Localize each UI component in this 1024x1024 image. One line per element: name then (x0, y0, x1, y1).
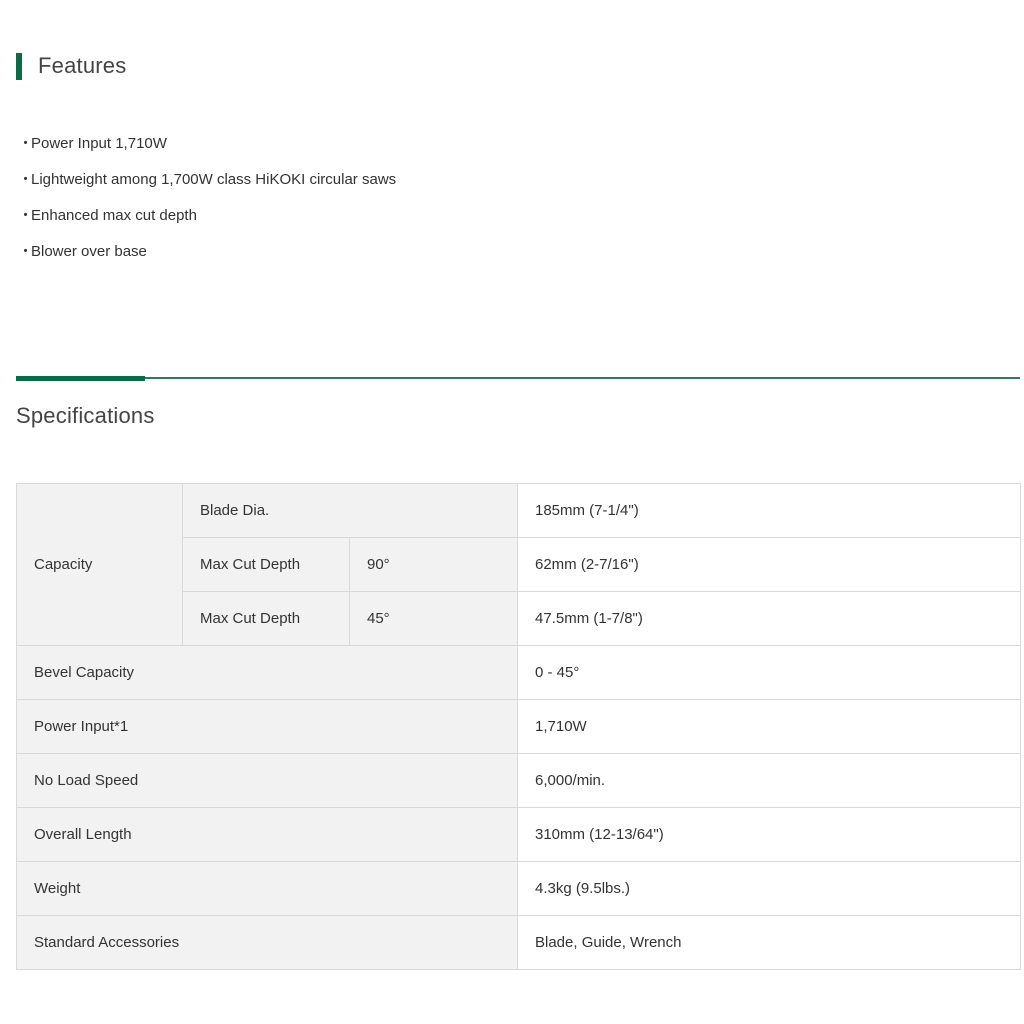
bullet-icon: ・ (18, 171, 34, 188)
capacity-label: Capacity (16, 483, 183, 646)
table-row: Power Input*1 1,710W (16, 699, 1021, 754)
feature-item: ・Blower over base (18, 234, 396, 270)
cut-depth-90-angle: 90° (349, 537, 518, 592)
feature-list: ・Power Input 1,710W ・Lightweight among 1… (18, 126, 396, 270)
table-row: Weight 4.3kg (9.5lbs.) (16, 861, 1021, 916)
bevel-capacity-value: 0 - 45° (517, 645, 1021, 700)
table-row: Capacity Blade Dia. 185mm (7-1/4") (16, 483, 1021, 646)
section-divider (16, 377, 1020, 379)
bullet-icon: ・ (18, 207, 34, 224)
feature-item: ・Power Input 1,710W (18, 126, 396, 162)
feature-item: ・Enhanced max cut depth (18, 198, 396, 234)
power-input-value: 1,710W (517, 699, 1021, 754)
table-row: No Load Speed 6,000/min. (16, 753, 1021, 808)
specifications-title: Specifications (16, 403, 155, 428)
no-load-speed-label: No Load Speed (16, 753, 518, 808)
feature-text: Enhanced max cut depth (31, 207, 197, 224)
feature-text: Power Input 1,710W (31, 135, 167, 152)
weight-value: 4.3kg (9.5lbs.) (517, 861, 1021, 916)
features-accent-bar (16, 52, 22, 80)
weight-label: Weight (16, 861, 518, 916)
cut-depth-45-value: 47.5mm (1-7/8") (517, 591, 1021, 646)
cut-depth-90-label: Max Cut Depth (182, 537, 350, 592)
cut-depth-45-label: Max Cut Depth (182, 591, 350, 646)
blade-dia-value: 185mm (7-1/4") (517, 483, 1021, 538)
cut-depth-45-angle: 45° (349, 591, 518, 646)
blade-dia-label: Blade Dia. (182, 483, 518, 538)
cut-depth-90-value: 62mm (2-7/16") (517, 537, 1021, 592)
bullet-icon: ・ (18, 243, 34, 260)
feature-item: ・Lightweight among 1,700W class HiKOKI c… (18, 162, 396, 198)
specifications-table: Capacity Blade Dia. 185mm (7-1/4") Max C… (16, 483, 1021, 970)
overall-length-value: 310mm (12-13/64") (517, 807, 1021, 862)
feature-text: Blower over base (31, 243, 147, 260)
features-title: Features (38, 53, 127, 78)
table-row: Bevel Capacity 0 - 45° (16, 645, 1021, 700)
bevel-capacity-label: Bevel Capacity (16, 645, 518, 700)
overall-length-label: Overall Length (16, 807, 518, 862)
bullet-icon: ・ (18, 135, 34, 152)
standard-accessories-value: Blade, Guide, Wrench (517, 915, 1021, 970)
no-load-speed-value: 6,000/min. (517, 753, 1021, 808)
table-row: Overall Length 310mm (12-13/64") (16, 807, 1021, 862)
features-heading: Features (16, 52, 126, 80)
standard-accessories-label: Standard Accessories (16, 915, 518, 970)
section-divider-accent (16, 376, 145, 381)
feature-text: Lightweight among 1,700W class HiKOKI ci… (31, 171, 397, 188)
table-row: Standard Accessories Blade, Guide, Wrenc… (16, 915, 1021, 970)
power-input-label: Power Input*1 (16, 699, 518, 754)
